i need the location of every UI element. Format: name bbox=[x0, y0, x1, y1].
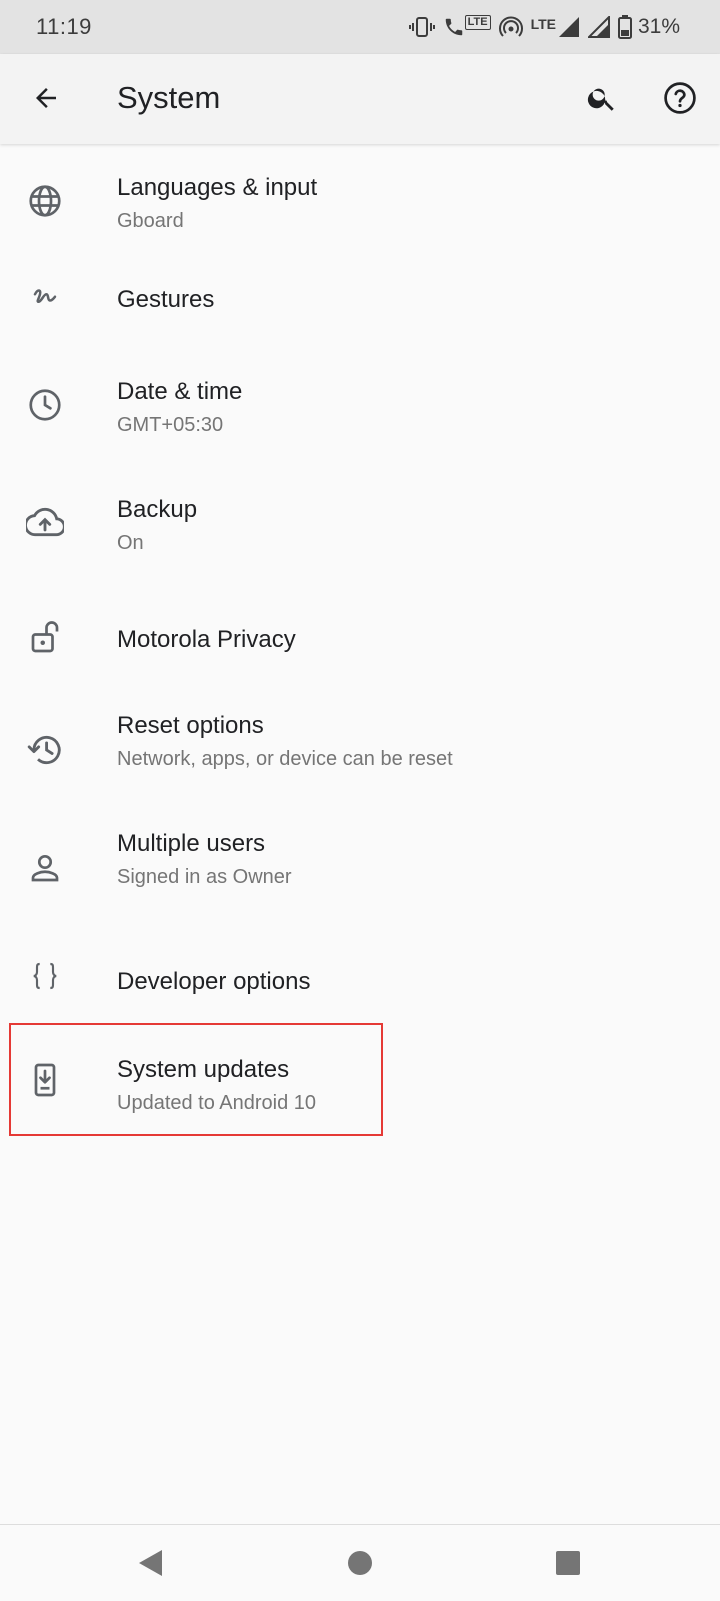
volte-call-icon: LTE bbox=[443, 15, 491, 39]
nav-home-icon bbox=[348, 1551, 372, 1575]
status-time: 11:19 bbox=[36, 14, 92, 39]
nav-home-button[interactable] bbox=[342, 1545, 378, 1581]
battery-icon bbox=[617, 15, 632, 39]
setting-title: Date & time bbox=[117, 378, 243, 405]
setting-title: Multiple users bbox=[117, 830, 266, 857]
code-braces-icon bbox=[25, 956, 65, 996]
setting-title: Motorola Privacy bbox=[117, 626, 296, 653]
setting-subtitle: Signed in as Owner bbox=[117, 866, 292, 888]
search-icon bbox=[587, 88, 614, 111]
battery-percent: 31% bbox=[637, 15, 680, 38]
setting-languages-input[interactable]: Languages & input Gboard bbox=[0, 148, 720, 252]
setting-title: Reset options bbox=[117, 712, 264, 739]
person-icon bbox=[25, 848, 65, 888]
network-type-label: LTE bbox=[530, 16, 556, 32]
help-icon bbox=[664, 82, 696, 114]
setting-title: Languages & input bbox=[117, 174, 318, 201]
status-bar: 11:19 LTE LTE 31% bbox=[0, 0, 720, 54]
lock-open-icon bbox=[25, 616, 65, 656]
nav-back-button[interactable] bbox=[132, 1545, 168, 1581]
highlight-box bbox=[9, 1023, 383, 1136]
nav-recents-button[interactable] bbox=[550, 1545, 586, 1581]
setting-subtitle: Network, apps, or device can be reset bbox=[117, 748, 453, 770]
globe-icon bbox=[25, 181, 65, 221]
status-icons: LTE LTE 31% bbox=[408, 12, 680, 42]
setting-backup[interactable]: Backup On bbox=[0, 472, 720, 592]
page-title: System bbox=[117, 80, 221, 115]
app-bar: System bbox=[0, 54, 720, 144]
setting-title: Backup bbox=[117, 496, 198, 523]
history-icon bbox=[25, 730, 65, 770]
signal-icon bbox=[558, 16, 580, 38]
setting-title: Developer options bbox=[117, 968, 311, 995]
cloud-upload-icon bbox=[25, 502, 65, 542]
nav-recents-icon bbox=[556, 1551, 580, 1575]
gesture-icon bbox=[25, 278, 65, 318]
signal-icon bbox=[587, 16, 610, 38]
search-button[interactable] bbox=[578, 74, 626, 122]
back-button[interactable] bbox=[22, 74, 70, 122]
lte-badge: LTE bbox=[464, 15, 491, 30]
setting-subtitle: Gboard bbox=[117, 210, 184, 232]
setting-developer-options[interactable]: Developer options bbox=[0, 932, 720, 1032]
setting-subtitle: On bbox=[117, 532, 144, 554]
setting-motorola-privacy[interactable]: Motorola Privacy bbox=[0, 592, 720, 692]
back-arrow-icon bbox=[36, 88, 56, 108]
clock-icon bbox=[25, 385, 65, 425]
setting-subtitle: GMT+05:30 bbox=[117, 414, 224, 436]
setting-reset-options[interactable]: Reset options Network, apps, or device c… bbox=[0, 692, 720, 812]
setting-title: Gestures bbox=[117, 286, 215, 313]
setting-multiple-users[interactable]: Multiple users Signed in as Owner bbox=[0, 812, 720, 932]
setting-date-time[interactable]: Date & time GMT+05:30 bbox=[0, 352, 720, 472]
nav-back-icon bbox=[139, 1550, 162, 1576]
setting-gestures[interactable]: Gestures bbox=[0, 252, 720, 352]
vibrate-icon bbox=[408, 15, 435, 39]
hotspot-icon bbox=[498, 15, 523, 39]
navigation-bar bbox=[0, 1524, 720, 1601]
help-button[interactable] bbox=[656, 74, 704, 122]
